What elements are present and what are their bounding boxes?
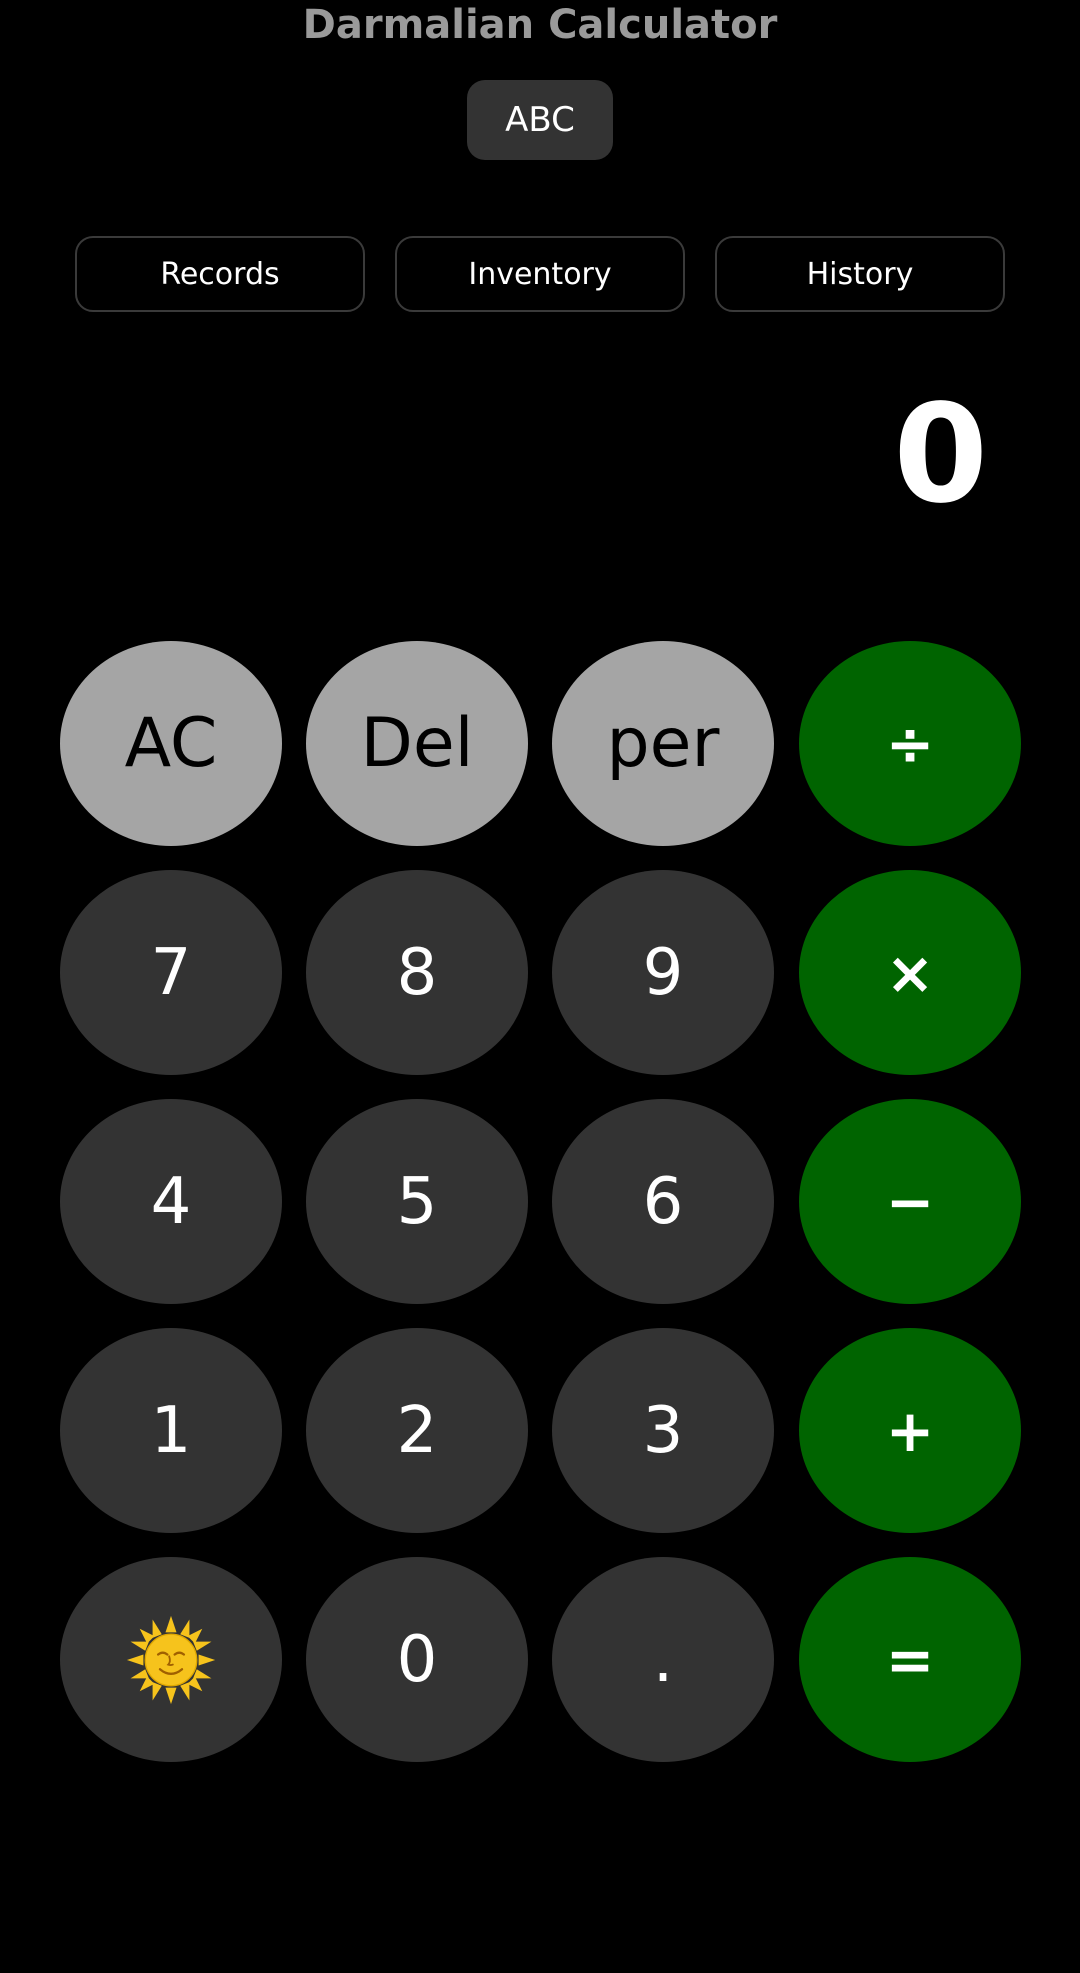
abc-mode-button[interactable]: ABC	[467, 80, 613, 160]
digit-1-button[interactable]: 1	[60, 1328, 282, 1533]
digit-0-button[interactable]: 0	[306, 1557, 528, 1762]
inventory-button[interactable]: Inventory	[395, 236, 685, 312]
nav-buttons: Records Inventory History	[75, 236, 1005, 312]
history-button[interactable]: History	[715, 236, 1005, 312]
equals-button[interactable]: =	[799, 1557, 1021, 1762]
digit-2-button[interactable]: 2	[306, 1328, 528, 1533]
decimal-button[interactable]: .	[552, 1557, 774, 1762]
subtract-button[interactable]: −	[799, 1099, 1021, 1304]
result-display: 0	[893, 376, 988, 534]
add-button[interactable]: +	[799, 1328, 1021, 1533]
keypad: AC Del per ÷ 7 8 9 × 4 5 6 − 1 2 3 + 0 .…	[60, 641, 1021, 1763]
digit-9-button[interactable]: 9	[552, 870, 774, 1075]
records-button[interactable]: Records	[75, 236, 365, 312]
digit-4-button[interactable]: 4	[60, 1099, 282, 1304]
sun-with-face-icon	[126, 1615, 216, 1704]
digit-5-button[interactable]: 5	[306, 1099, 528, 1304]
digit-6-button[interactable]: 6	[552, 1099, 774, 1304]
digit-7-button[interactable]: 7	[60, 870, 282, 1075]
theme-toggle-button[interactable]	[60, 1557, 282, 1762]
divide-button[interactable]: ÷	[799, 641, 1021, 846]
digit-8-button[interactable]: 8	[306, 870, 528, 1075]
delete-button[interactable]: Del	[306, 641, 528, 846]
app-title: Darmalian Calculator	[302, 2, 778, 48]
digit-3-button[interactable]: 3	[552, 1328, 774, 1533]
percent-button[interactable]: per	[552, 641, 774, 846]
multiply-button[interactable]: ×	[799, 870, 1021, 1075]
all-clear-button[interactable]: AC	[60, 641, 282, 846]
